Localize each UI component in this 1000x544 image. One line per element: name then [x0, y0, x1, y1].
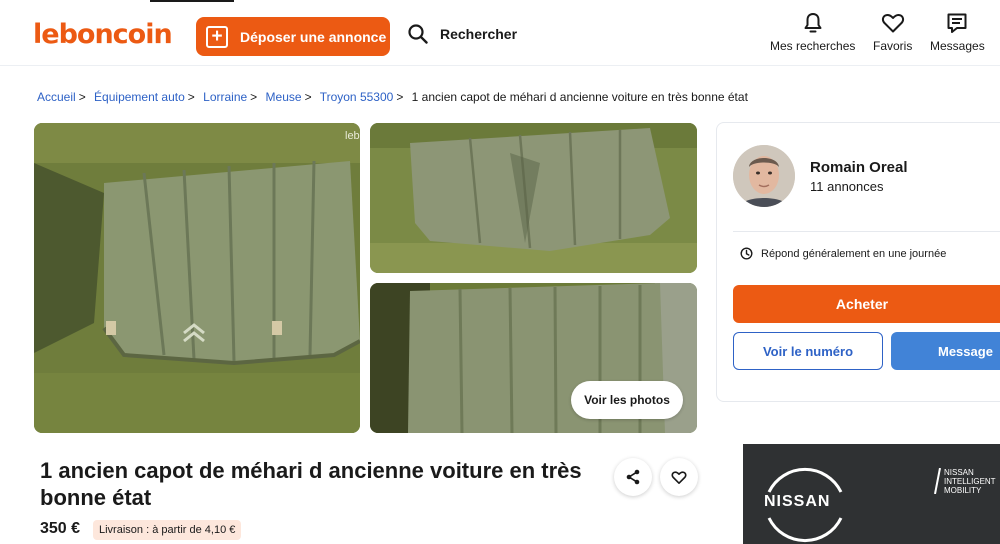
- delivery-badge: Livraison : à partir de 4,10 €: [93, 520, 242, 540]
- listing-price: 350 €: [40, 520, 81, 537]
- main-photo[interactable]: leb: [34, 123, 360, 433]
- heart-icon: [671, 470, 687, 484]
- nav-favorites-label: Favoris: [873, 39, 913, 53]
- ad-tagline-line-3: MOBILITY: [944, 486, 982, 495]
- nissan-ad-banner[interactable]: NISSAN NISSAN INTELLIGENT MOBILITY: [743, 444, 1000, 544]
- response-time: Répond généralement en une journée: [740, 247, 946, 260]
- post-ad-label: Déposer une annonce: [240, 28, 387, 45]
- clock-icon: [740, 247, 753, 260]
- nav-favorites[interactable]: Favoris: [873, 12, 912, 53]
- breadcrumb-region[interactable]: Lorraine: [203, 90, 247, 104]
- heart-icon: [881, 13, 904, 33]
- share-icon: [626, 469, 640, 485]
- listing-title: 1 ancien capot de méhari d ancienne voit…: [40, 458, 582, 510]
- ad-tagline: NISSAN INTELLIGENT MOBILITY: [944, 468, 996, 495]
- breadcrumb-home[interactable]: Accueil: [37, 90, 76, 104]
- message-button[interactable]: Message: [891, 332, 1000, 370]
- message-icon: [947, 13, 967, 33]
- breadcrumb-city[interactable]: Troyon 55300: [320, 90, 394, 104]
- nissan-slash-icon: [934, 468, 941, 494]
- breadcrumb-category[interactable]: Équipement auto: [94, 90, 185, 104]
- buy-button[interactable]: Acheter: [733, 285, 1000, 323]
- breadcrumb-separator: >: [396, 90, 404, 104]
- ad-tagline-line-2: INTELLIGENT: [944, 477, 996, 486]
- search-button[interactable]: Rechercher: [408, 24, 517, 44]
- seller-name[interactable]: Romain Oreal: [810, 159, 908, 176]
- header-active-underline: [150, 0, 234, 2]
- breadcrumb-department[interactable]: Meuse: [266, 90, 302, 104]
- nav-messages[interactable]: Messages: [930, 12, 985, 53]
- nav-my-searches-label: Mes recherches: [770, 39, 856, 53]
- favorite-button[interactable]: [660, 458, 698, 496]
- search-icon: [408, 24, 428, 44]
- breadcrumb-separator: >: [304, 90, 312, 104]
- ad-brand: NISSAN: [764, 493, 831, 510]
- breadcrumb-separator: >: [187, 90, 195, 104]
- breadcrumb-separator: >: [250, 90, 258, 104]
- breadcrumb-separator: >: [78, 90, 86, 104]
- view-photos-button[interactable]: Voir les photos: [571, 381, 683, 419]
- nav-messages-label: Messages: [930, 39, 985, 53]
- site-logo[interactable]: leboncoin: [33, 19, 173, 50]
- plus-icon: +: [206, 25, 228, 48]
- search-label: Rechercher: [440, 26, 518, 42]
- photo-watermark: leb: [345, 130, 360, 142]
- seller-avatar[interactable]: [733, 145, 795, 207]
- response-time-label: Répond généralement en une journée: [761, 247, 947, 260]
- post-ad-button[interactable]: + Déposer une annonce: [196, 17, 390, 56]
- ad-tagline-line-1: NISSAN: [944, 468, 974, 477]
- card-divider: [733, 231, 1000, 232]
- seller-ads-count[interactable]: 11 annonces: [810, 179, 884, 194]
- bell-icon: [804, 13, 822, 33]
- gallery-photo-2[interactable]: [370, 123, 697, 273]
- show-phone-button[interactable]: Voir le numéro: [733, 332, 883, 370]
- share-button[interactable]: [614, 458, 652, 496]
- nav-my-searches[interactable]: Mes recherches: [770, 12, 855, 53]
- site-header: leboncoin + Déposer une annonce Recherch…: [0, 0, 1000, 66]
- breadcrumb-current: 1 ancien capot de méhari d ancienne voit…: [411, 90, 748, 104]
- breadcrumb: Accueil > Équipement auto > Lorraine > Meus…: [37, 90, 748, 104]
